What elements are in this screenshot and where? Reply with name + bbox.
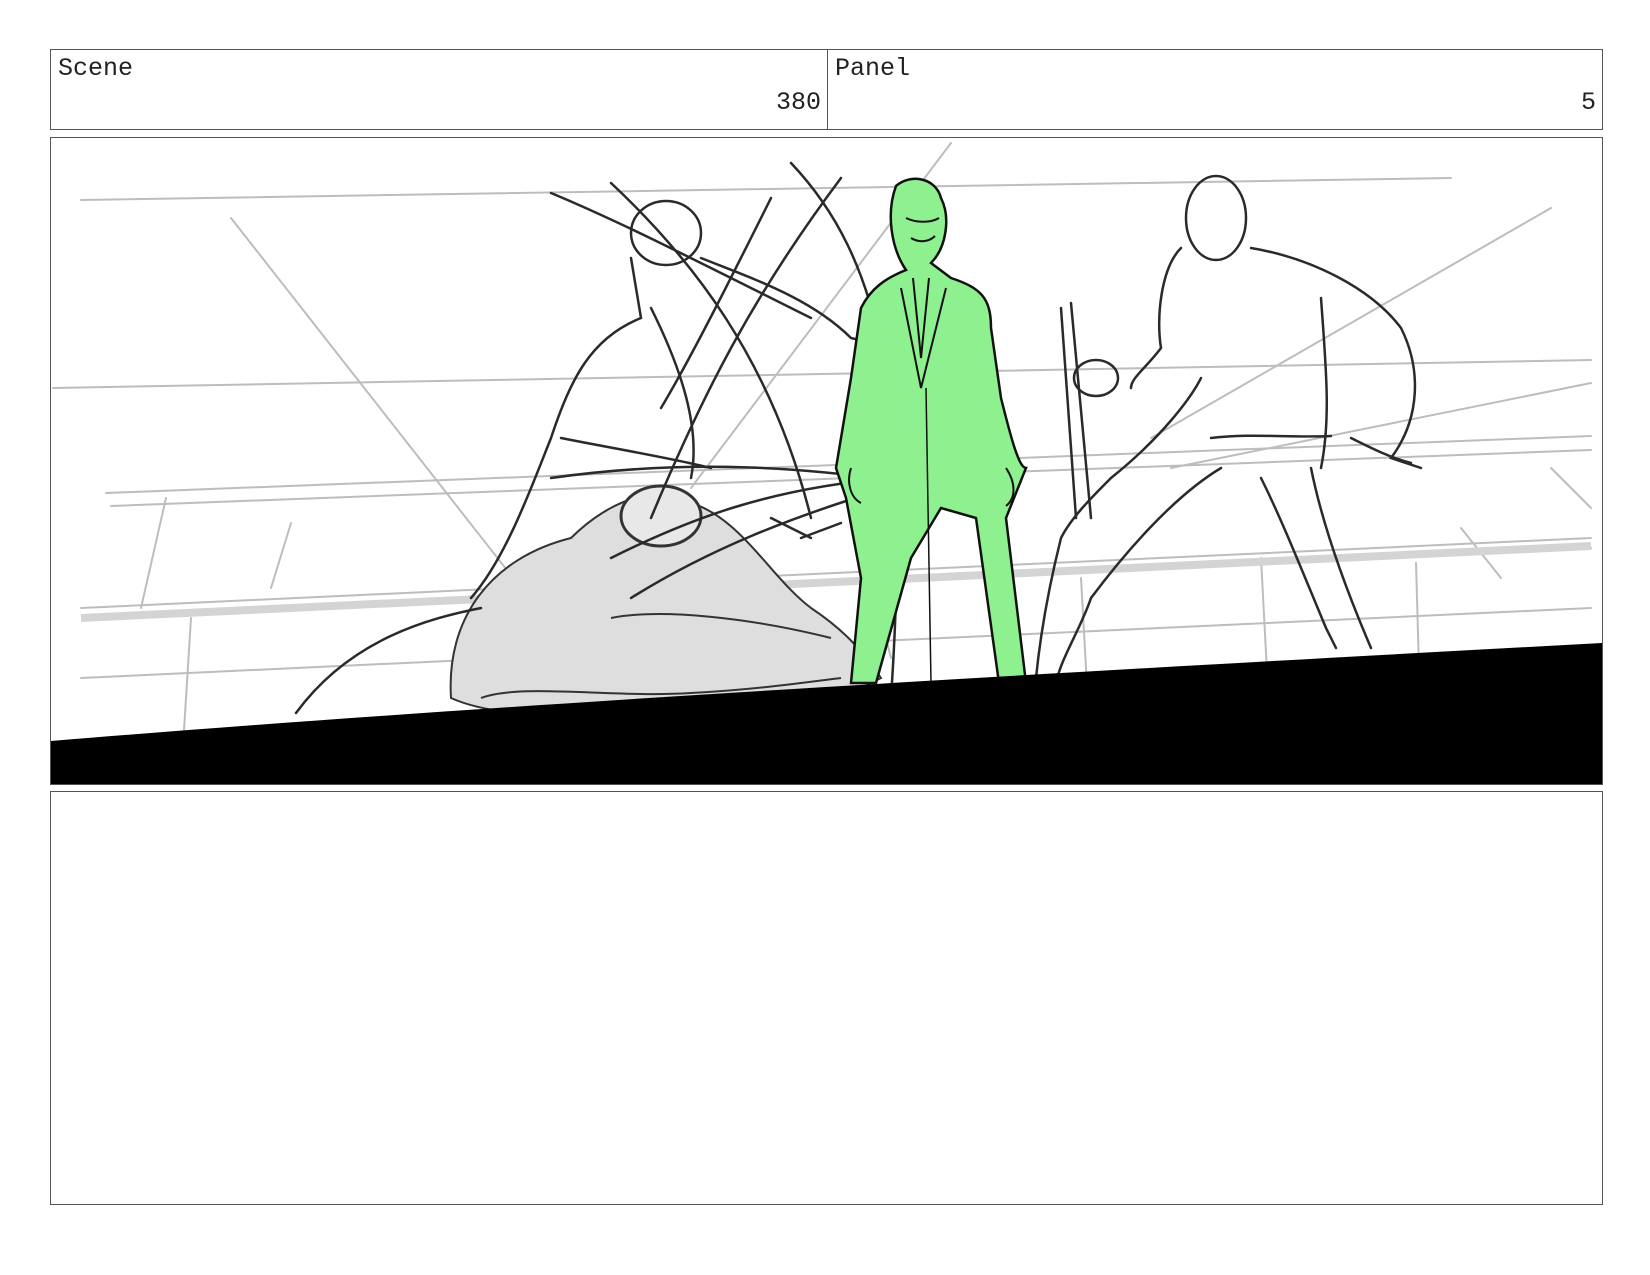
scene-cell: Scene 380 (51, 50, 828, 129)
storyboard-frame (50, 137, 1603, 785)
background-ledge (80, 542, 1592, 622)
scene-number: 380 (775, 88, 821, 117)
storyboard-header: Scene 380 Panel 5 (50, 49, 1603, 130)
panel-label: Panel (835, 54, 911, 83)
sketch-drawing (51, 142, 1602, 784)
green-figure (834, 177, 1028, 685)
panel-cell: Panel 5 (828, 50, 1602, 129)
crouching-figure (449, 484, 883, 716)
notes-box (50, 791, 1603, 1205)
scene-label: Scene (58, 54, 134, 83)
panel-number: 5 (1580, 88, 1596, 117)
